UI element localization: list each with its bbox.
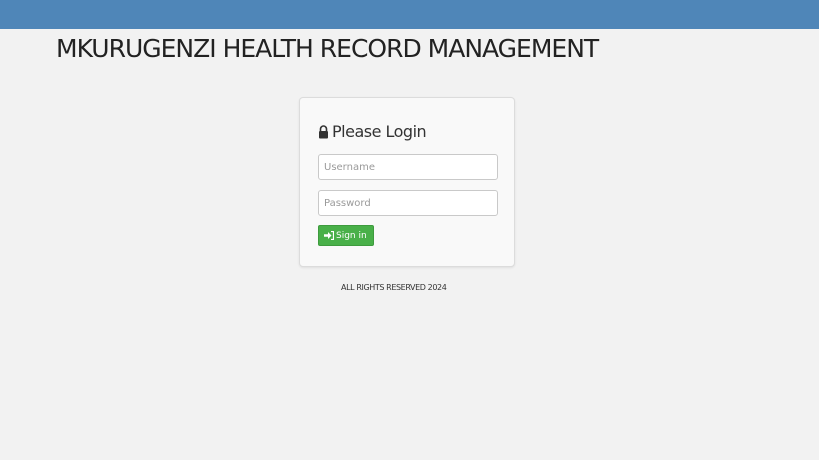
login-heading: Please Login [318,122,427,141]
top-navbar [0,0,819,29]
sign-in-icon [324,231,334,240]
footer-copyright: ALL RIGHTS RESERVED 2024 [341,283,447,292]
login-heading-text: Please Login [332,122,427,141]
lock-icon [319,124,328,138]
login-panel: Please Login Sign in [299,97,515,267]
sign-in-button[interactable]: Sign in [318,225,374,246]
sign-in-label: Sign in [336,230,367,241]
username-input[interactable] [318,154,498,180]
password-input[interactable] [318,190,498,216]
app-title: MKURUGENZI HEALTH RECORD MANAGEMENT [56,34,599,63]
